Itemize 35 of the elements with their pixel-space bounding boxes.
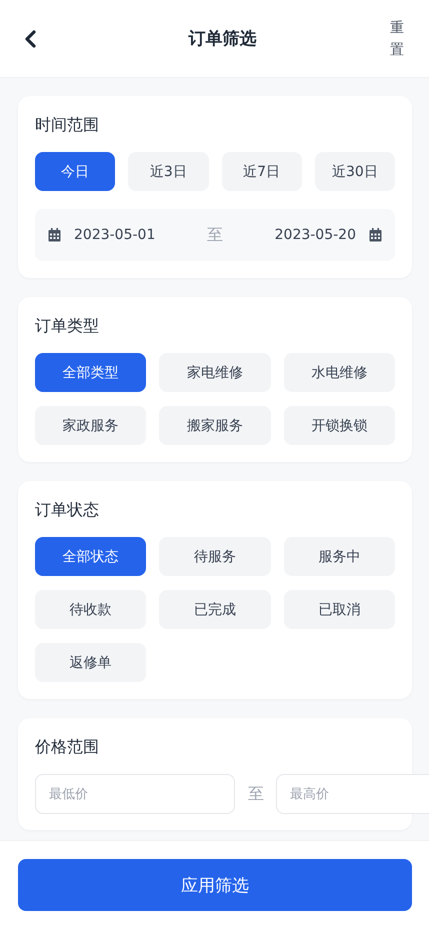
filter-option[interactable]: 家政服务 [35, 406, 146, 445]
apply-button[interactable]: 应用筛选 [18, 859, 412, 911]
page-title: 订单筛选 [188, 28, 256, 50]
time-option[interactable]: 近3日 [128, 152, 208, 191]
end-date: 2023-05-20 [274, 227, 356, 243]
filter-option[interactable]: 服务中 [284, 537, 395, 576]
filter-option[interactable]: 全部状态 [35, 537, 146, 576]
filter-option[interactable]: 开锁换锁 [284, 406, 395, 445]
max-price-field[interactable]: 最高价 [276, 774, 429, 814]
filter-option[interactable]: 家电维修 [159, 353, 271, 392]
filter-option[interactable]: 返修单 [35, 643, 146, 682]
time-option[interactable]: 今日 [35, 152, 116, 191]
time-option[interactable]: 近30日 [314, 152, 395, 191]
filter-option[interactable]: 待服务 [159, 537, 271, 576]
section-title: 订单类型 [35, 315, 100, 337]
calendar-icon [369, 228, 382, 242]
section-title: 时间范围 [35, 114, 100, 136]
range-separator: 至 [248, 784, 264, 804]
filter-option[interactable]: 水电维修 [284, 353, 395, 392]
range-separator: 至 [207, 224, 223, 246]
time-option[interactable]: 近7日 [222, 152, 302, 191]
start-date: 2023-05-01 [74, 227, 156, 243]
filter-option[interactable]: 搬家服务 [159, 406, 271, 445]
section-title: 订单状态 [35, 499, 100, 521]
date-range-field[interactable]: 2023-05-01 至 2023-05-20 [35, 209, 395, 261]
filter-option[interactable]: 已完成 [159, 590, 271, 629]
filter-option[interactable]: 全部类型 [35, 353, 146, 392]
back-icon [24, 30, 38, 48]
reset-button[interactable]: 重置 [389, 16, 405, 60]
back-button[interactable] [24, 30, 38, 48]
filter-option[interactable]: 待收款 [35, 590, 146, 629]
min-price-field[interactable]: 最低价 [35, 774, 235, 814]
calendar-icon [48, 228, 61, 242]
filter-option[interactable]: 已取消 [284, 590, 395, 629]
section-title: 价格范围 [35, 736, 100, 758]
